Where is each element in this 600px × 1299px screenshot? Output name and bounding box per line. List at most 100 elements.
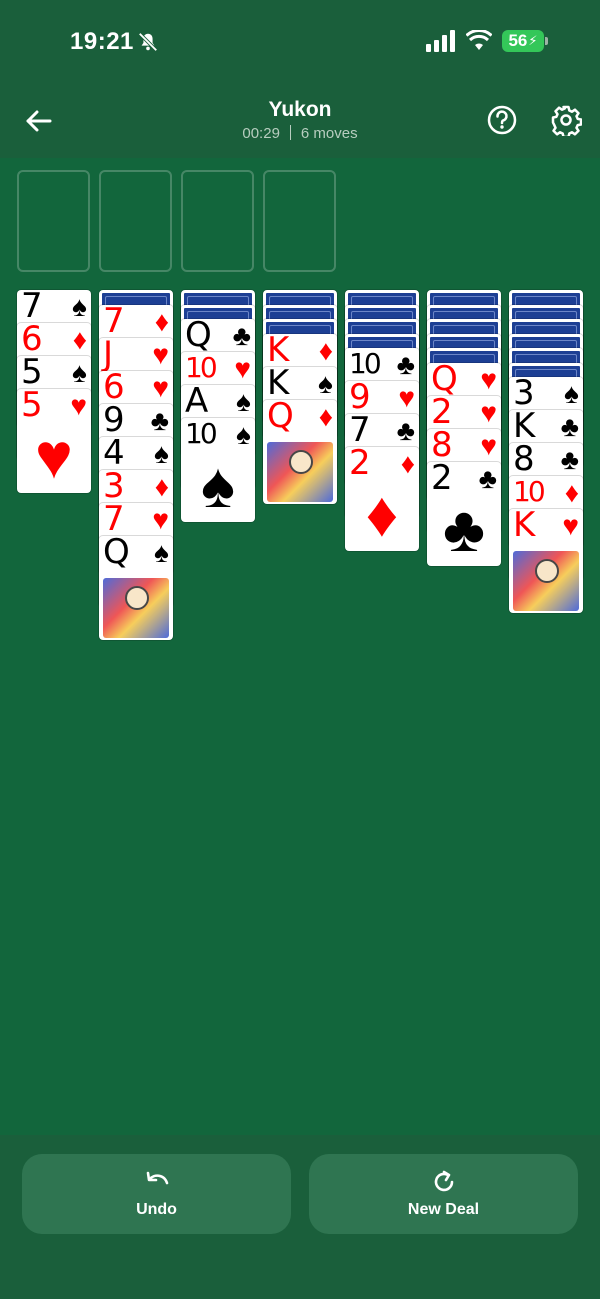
card-rank: K (513, 509, 536, 545)
bell-off-icon (138, 32, 158, 52)
card-rank: A (185, 385, 209, 421)
card-suit: ♦ (154, 470, 169, 502)
card-suit: ♣ (396, 415, 415, 446)
undo-arrow-icon (146, 1171, 168, 1185)
playing-card[interactable]: 10 ♠ ♠ (181, 418, 255, 522)
card-suit: ♠ (72, 291, 87, 322)
foundation-slot-3[interactable] (181, 170, 254, 272)
foundation-slot-4[interactable] (263, 170, 336, 272)
status-bar: 19:21 56 ⚡ (0, 0, 600, 86)
card-rank: 2 (431, 461, 453, 498)
card-rank: 10 (349, 348, 382, 380)
playing-card[interactable]: K ♥ (509, 509, 583, 613)
face-card-illustration (267, 441, 333, 502)
card-suit: ♦ (564, 477, 579, 508)
card-suit: ♣ (150, 404, 169, 436)
card-suit: ♣ (478, 462, 497, 494)
card-rank: 9 (349, 381, 371, 417)
card-rank: 5 (21, 389, 43, 425)
card-rank: 2 (349, 447, 371, 483)
card-suit: ♠ (154, 437, 169, 469)
card-suit: ♣ (560, 411, 579, 442)
foundation-slot-2[interactable] (99, 170, 172, 272)
card-suit: ♦ (72, 324, 87, 355)
card-suit: ♠ (154, 536, 169, 568)
card-suit: ♥ (152, 503, 169, 535)
card-rank: 10 (513, 476, 546, 508)
card-rank: 6 (21, 323, 43, 359)
card-suit: ♥ (480, 363, 497, 395)
battery-level: 56 (508, 31, 528, 50)
charging-bolt-icon: ⚡ (528, 33, 538, 48)
arrow-left-icon[interactable] (22, 104, 56, 138)
stats-divider (289, 125, 291, 140)
card-center-suit: ♥ (35, 420, 73, 492)
card-suit: ♣ (232, 320, 251, 351)
card-suit: ♠ (72, 357, 87, 388)
card-suit: ♥ (70, 390, 87, 421)
playing-card[interactable]: Q ♠ (99, 535, 173, 640)
card-center-suit: ♦ (365, 478, 399, 550)
card-rank: 10 (185, 418, 218, 450)
new-deal-label: New Deal (407, 1201, 480, 1218)
card-rank: 2 (431, 395, 453, 432)
game-stats: 00:29 6 moves (200, 125, 400, 142)
card-rank: 8 (431, 428, 453, 465)
card-rank: 7 (103, 304, 125, 341)
face-card-illustration (103, 577, 169, 638)
game-timer: 00:29 (242, 125, 280, 142)
card-rank: 7 (103, 502, 125, 539)
card-rank: Q (267, 399, 294, 436)
card-rank: Q (103, 535, 130, 572)
card-center-suit: ♠ (201, 449, 235, 521)
refresh-icon (434, 1170, 453, 1192)
card-rank: Q (185, 319, 212, 355)
undo-button[interactable]: Undo (22, 1154, 291, 1234)
playing-card[interactable]: Q ♦ (263, 399, 337, 504)
foundation-slot-1[interactable] (17, 170, 90, 272)
card-suit: ♠ (236, 419, 251, 450)
card-suit: ♥ (234, 353, 251, 384)
status-time: 19:21 (70, 28, 134, 55)
battery-indicator: 56 ⚡ (502, 30, 544, 52)
card-suit: ♥ (152, 371, 169, 403)
card-center-suit: ♣ (443, 492, 485, 565)
card-suit: ♥ (152, 338, 169, 370)
card-rank: 7 (349, 414, 371, 450)
card-rank: 5 (21, 356, 43, 392)
card-rank: 7 (21, 290, 43, 326)
card-rank: 3 (513, 377, 535, 413)
card-suit: ♣ (560, 444, 579, 475)
card-suit: ♦ (318, 400, 333, 432)
battery-cap (545, 37, 548, 45)
card-rank: 4 (103, 436, 125, 473)
card-rank: K (513, 410, 536, 446)
card-rank: J (103, 337, 114, 374)
card-suit: ♠ (318, 367, 333, 399)
card-rank: 6 (103, 370, 125, 407)
card-rank: 3 (103, 469, 125, 506)
question-circle-icon[interactable] (486, 104, 518, 136)
wifi-icon (466, 30, 492, 50)
card-suit: ♠ (564, 378, 579, 409)
card-rank: 8 (513, 443, 535, 479)
playing-card[interactable]: 5 ♥ ♥ (17, 389, 91, 493)
card-suit: ♠ (236, 386, 251, 417)
card-suit: ♥ (480, 396, 497, 428)
card-rank: Q (431, 362, 458, 399)
new-deal-button[interactable]: New Deal (309, 1154, 578, 1234)
undo-label: Undo (136, 1201, 177, 1218)
playing-card[interactable]: 2 ♦ ♦ (345, 447, 419, 551)
card-rank: 10 (185, 352, 218, 384)
card-suit: ♣ (396, 349, 415, 380)
card-suit: ♦ (154, 305, 169, 337)
face-card-illustration (513, 551, 579, 611)
card-suit: ♦ (318, 334, 333, 366)
game-title: Yukon (268, 98, 332, 121)
move-count: 6 moves (300, 125, 358, 142)
cellular-signal-icon (426, 30, 455, 52)
card-rank: 9 (103, 403, 125, 440)
card-rank: K (267, 333, 290, 370)
playing-card[interactable]: 2 ♣ ♣ (427, 461, 501, 566)
gear-icon[interactable] (550, 104, 582, 136)
